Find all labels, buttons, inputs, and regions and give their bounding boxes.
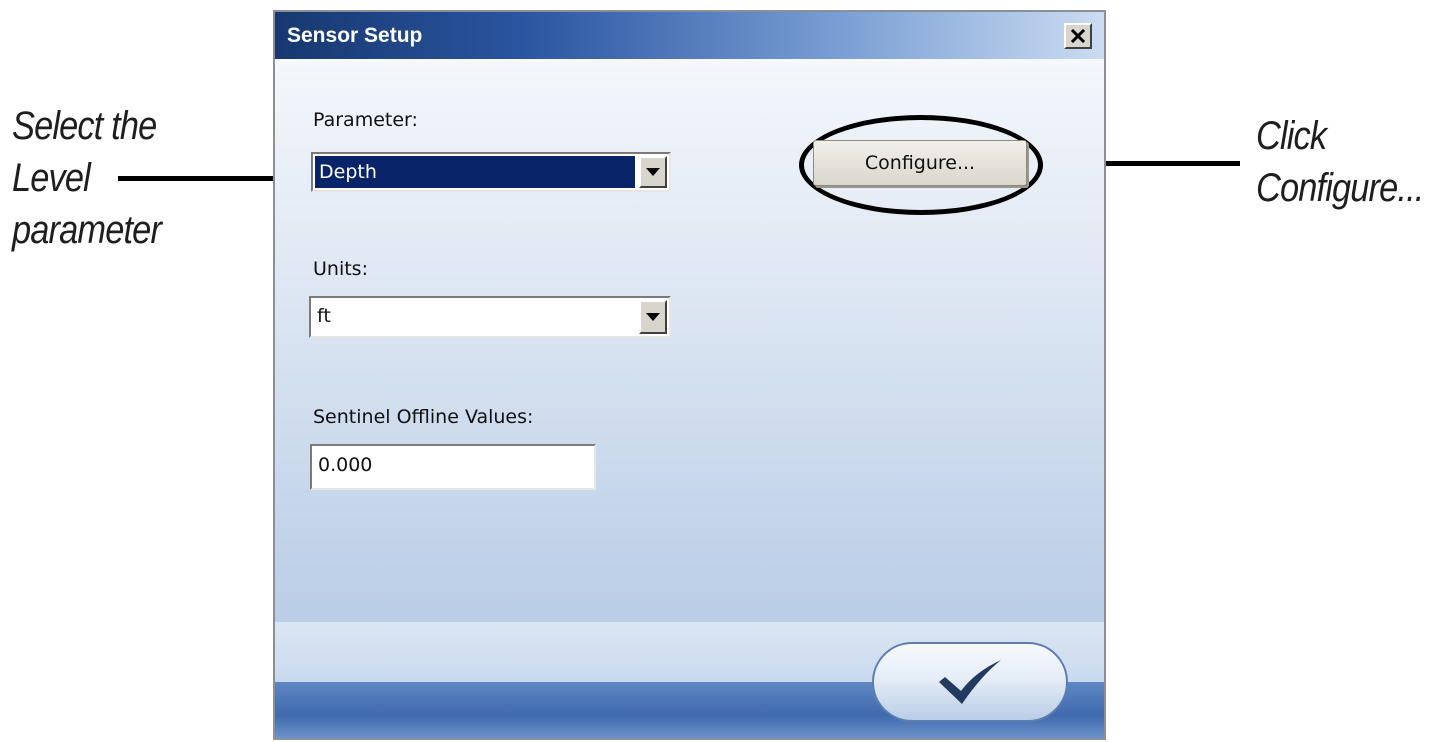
annotation-line-1: Select the [12,104,157,148]
configure-button[interactable]: Configure... [813,140,1027,186]
title-bar: Sensor Setup [275,12,1104,59]
sensor-setup-dialog: Sensor Setup Parameter: Depth Configure.… [273,10,1106,740]
parameter-dropdown-button[interactable] [639,156,667,188]
ok-button[interactable] [872,642,1068,722]
annotation-line-3: parameter [12,208,162,252]
units-label: Units: [313,258,368,280]
annotation-line-2: Configure... [1256,166,1424,210]
offline-values-value: 0.000 [318,454,373,476]
chevron-down-icon [646,168,660,176]
units-dropdown-button[interactable] [639,300,667,334]
annotation-line-1: Click [1256,114,1327,158]
dialog-title: Sensor Setup [287,24,423,47]
parameter-label: Parameter: [313,109,418,131]
parameter-dropdown[interactable]: Depth [311,152,671,192]
units-dropdown[interactable]: ft [309,296,671,338]
offline-values-input[interactable]: 0.000 [310,444,596,490]
close-button[interactable] [1064,23,1092,49]
annotation-click-configure: Click Configure... [1256,110,1424,214]
close-icon [1071,29,1085,43]
parameter-value: Depth [315,156,635,188]
units-value: ft [317,305,331,327]
checkmark-icon [939,660,1001,704]
chevron-down-icon [646,313,660,321]
offline-values-label: Sentinel Offline Values: [313,406,534,428]
